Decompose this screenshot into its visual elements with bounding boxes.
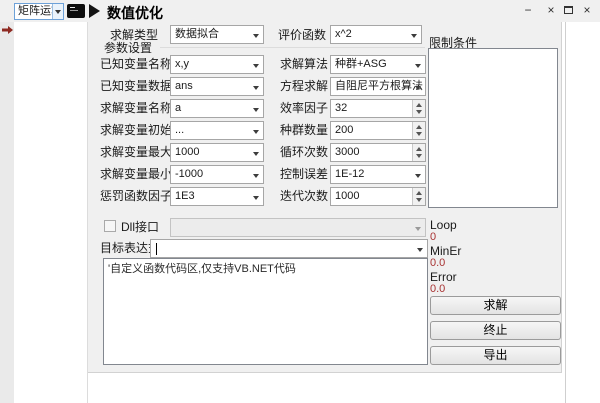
error-stat-label: Error [430,270,457,284]
solve-var-initial-combobox[interactable]: ... [170,121,264,140]
solve-algorithm-label: 求解算法 [280,58,328,71]
dll-interface-label: Dll接口 [121,221,159,234]
solve-var-max-combobox[interactable]: 1000 [170,143,264,162]
loop-stat-value: 0 [430,231,436,243]
window-title: 数值优化 [107,3,163,23]
penalty-factor-combobox[interactable]: 1E3 [170,187,264,206]
known-var-names-combobox[interactable]: x,y [170,55,264,74]
current-line-arrow-icon [2,26,13,34]
iteration-count-stepper[interactable]: 1000 [330,187,426,206]
solve-button[interactable]: 求解 [430,296,561,315]
stepper-arrows-icon[interactable] [412,100,425,117]
solve-type-combobox[interactable]: 数据拟合 [170,25,264,44]
equation-solver-label: 方程求解 [280,80,328,93]
loop-stat-label: Loop [430,218,457,232]
control-error-combobox[interactable]: 1E-12 [330,165,426,184]
dll-interface-checkbox[interactable] [104,220,116,232]
constraints-listbox[interactable] [428,48,558,208]
parameters-section-label: 参数设置 [104,42,152,55]
known-var-data-label: 已知变量数据 [100,80,172,93]
stepper-arrows-icon[interactable] [412,122,425,139]
terminate-button[interactable]: 终止 [430,321,561,340]
iteration-count-label: 迭代次数 [280,190,328,203]
solve-algorithm-combobox[interactable]: 种群+ASG [330,55,426,74]
solve-var-name-label: 求解变量名称 [100,102,172,115]
matrix-operations-combobox[interactable]: 矩阵运算 [14,3,64,20]
restore-icon[interactable] [564,6,573,14]
population-count-label: 种群数量 [280,124,328,137]
target-expression-combobox[interactable] [150,239,428,258]
eval-function-label: 评价函数 [278,29,326,42]
chevron-down-icon[interactable] [52,4,63,19]
close-button[interactable]: × [543,2,559,18]
minimize-button[interactable]: − [520,2,536,18]
efficiency-factor-label: 效率因子 [280,102,328,115]
text-cursor [156,243,157,255]
stepper-arrows-icon[interactable] [412,188,425,205]
toolbar: 矩阵运算 数值优化 − × × [0,0,600,22]
solve-var-name-combobox[interactable]: a [170,99,264,118]
code-editor[interactable]: '自定义函数代码区,仅支持VB.NET代码 [103,258,428,365]
control-error-label: 控制误差 [280,168,328,181]
population-count-stepper[interactable]: 200 [330,121,426,140]
miner-stat-value: 0.0 [430,257,445,269]
left-blank-panel [14,22,88,403]
console-icon[interactable] [67,4,85,18]
dll-path-combobox [170,218,426,237]
eval-function-combobox[interactable]: x^2 [330,25,422,44]
efficiency-factor-stepper[interactable]: 32 [330,99,426,118]
export-button[interactable]: 导出 [430,346,561,365]
left-margin-strip [0,22,14,403]
stepper-arrows-icon[interactable] [412,144,425,161]
known-var-data-combobox[interactable]: ans [170,77,264,96]
play-icon[interactable] [89,4,100,18]
loop-count-label: 循环次数 [280,146,328,159]
loop-count-stepper[interactable]: 3000 [330,143,426,162]
right-blank-panel [565,22,600,403]
error-stat-value: 0.0 [430,283,445,295]
section-divider [160,47,425,48]
solve-var-min-combobox[interactable]: -1000 [170,165,264,184]
equation-solver-combobox[interactable]: 自阻尼平方根算法 [330,77,426,96]
miner-stat-label: MinEr [430,244,461,258]
close-button-outer[interactable]: × [579,2,595,18]
known-var-names-label: 已知变量名称 [100,58,172,71]
